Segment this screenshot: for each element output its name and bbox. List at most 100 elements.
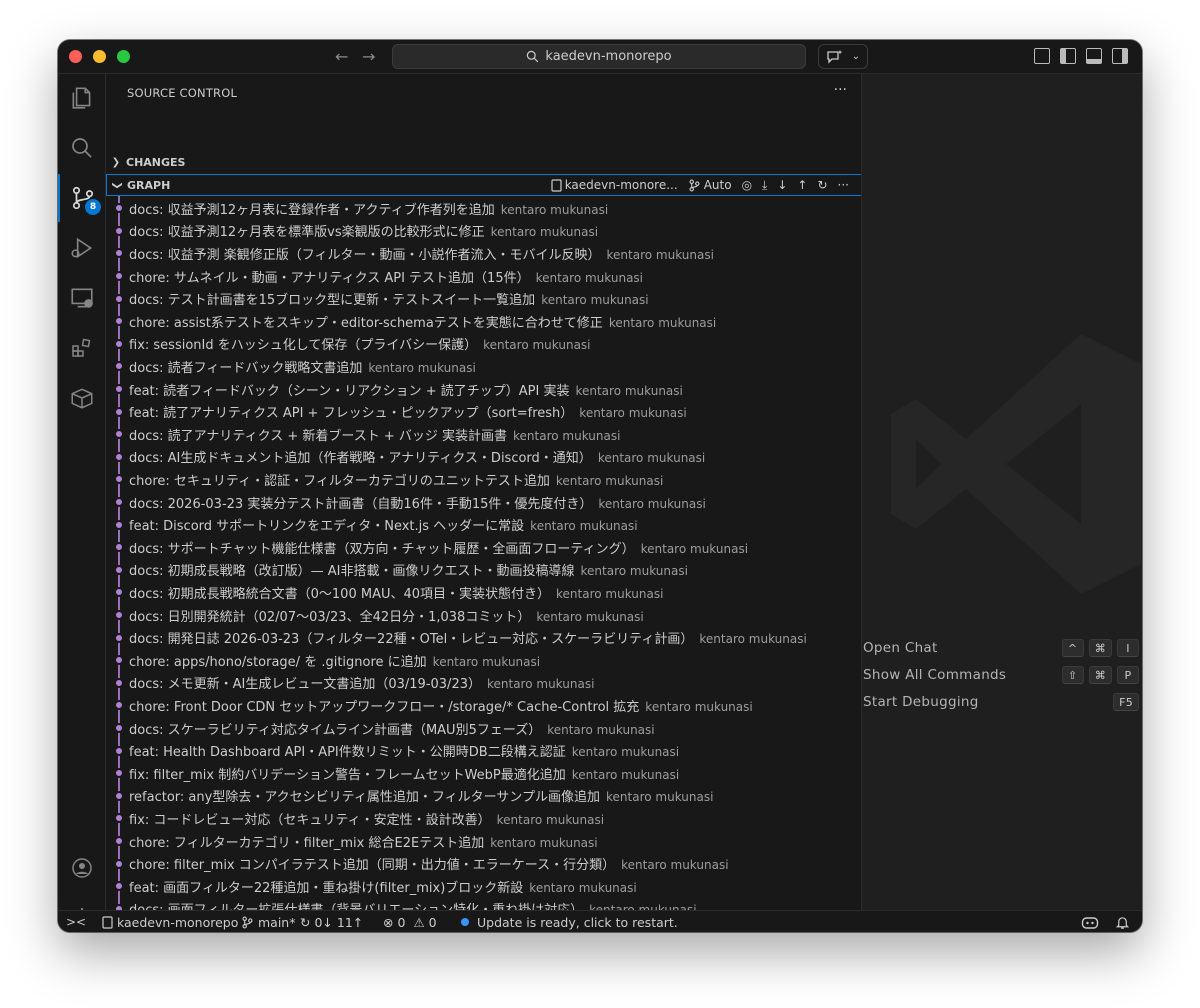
pull-icon[interactable]: ↓: [777, 178, 787, 192]
commit-row[interactable]: docs: 開発日誌 2026-03-23（フィルター22種・OTel・レビュー…: [106, 626, 861, 649]
git-branch-icon: [242, 916, 253, 928]
toggle-secondary-sidebar-icon[interactable]: [1112, 48, 1128, 64]
chat-toggle-button[interactable]: ⌄: [818, 44, 868, 69]
status-branch[interactable]: main*: [241, 913, 295, 931]
explorer-icon[interactable]: [58, 74, 106, 122]
commit-text: fix: コードレビュー対応（セキュリティ・安定性・設計改善） kentaro m…: [129, 809, 604, 828]
commit-row[interactable]: fix: コードレビュー対応（セキュリティ・安定性・設計改善） kentaro m…: [106, 807, 861, 830]
status-sync[interactable]: ↻ 0↓ 11↑: [300, 913, 363, 931]
commit-text: docs: AI生成ドキュメント追加（作者戦略・アナリティクス・Discord・…: [129, 447, 705, 466]
commit-node-icon: [114, 248, 124, 259]
commit-row[interactable]: chore: assist系テストをスキップ・editor-schemaテストを…: [106, 310, 861, 333]
commit-row[interactable]: chore: filter_mix コンパイラテスト追加（同期・出力値・エラーケ…: [106, 852, 861, 875]
copilot-icon[interactable]: [1081, 913, 1099, 931]
commit-row[interactable]: chore: セキュリティ・認証・フィルターカテゴリのユニットテスト追加 kent…: [106, 468, 861, 491]
source-control-icon[interactable]: 8: [58, 174, 106, 222]
minimize-window-button[interactable]: [93, 50, 106, 63]
commit-row[interactable]: chore: apps/hono/storage/ を .gitignore に…: [106, 649, 861, 672]
commit-text: chore: フィルターカテゴリ・filter_mix 総合E2Eテスト追加 ke…: [129, 832, 598, 851]
commit-node-icon: [114, 429, 124, 440]
commit-row[interactable]: feat: 読者フィードバック（シーン・リアクション + 読了チップ）API 実…: [106, 378, 861, 401]
commit-row[interactable]: docs: AI生成ドキュメント追加（作者戦略・アナリティクス・Discord・…: [106, 446, 861, 469]
commit-message: chore: apps/hono/storage/ を .gitignore に…: [129, 654, 427, 670]
arrow-right-icon[interactable]: →: [362, 47, 375, 66]
commit-node-icon: [114, 451, 124, 462]
more-actions-icon[interactable]: ···: [834, 82, 847, 98]
customize-layout-icon[interactable]: [1034, 48, 1050, 64]
chevron-down-icon[interactable]: ⌄: [852, 51, 860, 62]
account-icon[interactable]: [58, 844, 106, 892]
commit-row[interactable]: docs: 収益予測 楽観修正版（フィルター・動画・小説作者流入・モバイル反映）…: [106, 242, 861, 265]
shortcut-open-chat[interactable]: Open Chat ^ ⌘ I: [863, 639, 1141, 657]
commit-row[interactable]: docs: 2026-03-23 実装分テスト計画書（自動16件・手動15件・優…: [106, 491, 861, 514]
commit-row[interactable]: docs: 読者フィードバック戦略文書追加 kentaro mukunasi: [106, 355, 861, 378]
commit-message: docs: 収益予測12ヶ月表に登録作者・アクティブ作者列を追加: [129, 202, 495, 218]
commit-message: docs: テスト計画書を15ブロック型に更新・テストスイート一覧追加: [129, 293, 536, 309]
bell-icon[interactable]: [1115, 913, 1130, 931]
activity-bar: 8 1: [58, 74, 106, 932]
update-text: Update is ready, click to restart.: [477, 914, 678, 930]
vscode-window: ← → kaedevn-monorepo ⌄ 8 SOURCE CONTROL …: [58, 40, 1142, 932]
commit-row[interactable]: docs: 読了アナリティクス + 新着ブースト + バッジ 実装計画書 kent…: [106, 423, 861, 446]
commit-row[interactable]: fix: sessionId をハッシュ化して保存（プライバシー保護） kenta…: [106, 333, 861, 356]
status-branch-label: main*: [258, 914, 296, 930]
commit-row[interactable]: docs: 初期成長戦略統合文書（0〜100 MAU、40項目・実装状態付き） k…: [106, 581, 861, 604]
commit-row[interactable]: docs: 収益予測12ヶ月表に登録作者・アクティブ作者列を追加 kentaro …: [106, 197, 861, 220]
commit-author: kentaro mukunasi: [579, 406, 687, 421]
more-actions-icon[interactable]: ···: [838, 178, 849, 192]
toggle-panel-icon[interactable]: [1086, 48, 1102, 64]
status-problems[interactable]: ⊗ 0 ⚠ 0: [383, 913, 437, 931]
remote-explorer-icon[interactable]: [58, 274, 106, 322]
update-notification[interactable]: Update is ready, click to restart.: [461, 913, 678, 931]
commit-row[interactable]: chore: サムネイル・動画・アナリティクス API テスト追加（15件） ke…: [106, 265, 861, 288]
arrow-left-icon[interactable]: ←: [335, 47, 348, 66]
zoom-window-button[interactable]: [117, 50, 130, 63]
remote-indicator[interactable]: ><: [58, 913, 94, 931]
commit-message: chore: Front Door CDN セットアップワークフロー・/stor…: [129, 699, 640, 715]
commit-message: refactor: any型除去・アクセシビリティ属性追加・フィルターサンプル画…: [129, 790, 600, 806]
search-icon[interactable]: [58, 124, 106, 172]
commit-row[interactable]: chore: フィルターカテゴリ・filter_mix 総合E2Eテスト追加 ke…: [106, 830, 861, 853]
repository-picker[interactable]: kaedevn-monore...: [551, 178, 678, 192]
commit-row[interactable]: fix: filter_mix 制約バリデーション警告・フレームセットWebP最…: [106, 762, 861, 785]
commit-message: feat: Discord サポートリンクをエディタ・Next.js ヘッダーに…: [129, 519, 525, 535]
commit-row[interactable]: docs: 画面フィルター拡張仕様書（背景バリエーション特化・重ね掛け対応） ke…: [106, 898, 861, 910]
commit-row[interactable]: docs: 日別開発統計（02/07〜03/23、全42日分・1,038コミット…: [106, 604, 861, 627]
shortcut-start-debugging[interactable]: Start Debugging F5: [863, 693, 1141, 711]
commit-row[interactable]: docs: 収益予測12ヶ月表を標準版vs楽観版の比較形式に修正 kentaro …: [106, 220, 861, 243]
push-icon[interactable]: ↑: [797, 178, 807, 192]
commit-row[interactable]: feat: 読了アナリティクス API + フレッシュ・ピックアップ（sort=…: [106, 400, 861, 423]
extensions-icon[interactable]: [58, 324, 106, 372]
commit-row[interactable]: feat: 画面フィルター22種追加・重ね掛け(filter_mix)ブロック新…: [106, 875, 861, 898]
graph-label: GRAPH: [127, 178, 171, 192]
command-center-search[interactable]: kaedevn-monorepo: [392, 44, 806, 69]
fetch-icon[interactable]: ⤓: [762, 178, 767, 193]
editor-area: Open Chat ^ ⌘ I Show All Commands ⇧ ⌘ P …: [862, 74, 1142, 910]
changes-section-header[interactable]: ❯ CHANGES: [106, 151, 861, 173]
commit-row[interactable]: docs: スケーラビリティ対応タイムライン計画書（MAU別5フェーズ） kent…: [106, 717, 861, 740]
commit-row[interactable]: feat: Discord サポートリンクをエディタ・Next.js ヘッダーに…: [106, 513, 861, 536]
commit-message: docs: AI生成ドキュメント追加（作者戦略・アナリティクス・Discord・…: [129, 451, 592, 467]
branch-picker[interactable]: Auto: [688, 178, 732, 192]
commit-row[interactable]: refactor: any型除去・アクセシビリティ属性追加・フィルターサンプル画…: [106, 785, 861, 808]
auto-label: Auto: [703, 178, 732, 192]
commit-row[interactable]: chore: Front Door CDN セットアップワークフロー・/stor…: [106, 694, 861, 717]
commit-text: docs: 日別開発統計（02/07〜03/23、全42日分・1,038コミット…: [129, 606, 644, 625]
refresh-icon[interactable]: ↻: [817, 178, 827, 192]
shortcut-label: Start Debugging: [863, 694, 979, 710]
commit-row[interactable]: docs: 初期成長戦略（改訂版）— AI非搭載・画像リクエスト・動画投稿導線 k…: [106, 559, 861, 582]
graph-section-header[interactable]: ❯ GRAPH kaedevn-monore... Auto ◎ ⤓ ↓ ↑ ↻…: [106, 174, 861, 196]
toggle-primary-sidebar-icon[interactable]: [1060, 48, 1076, 64]
status-repo[interactable]: kaedevn-monorepo: [102, 913, 238, 931]
containers-icon[interactable]: [58, 374, 106, 422]
target-icon[interactable]: ◎: [742, 178, 752, 192]
commit-row[interactable]: feat: Health Dashboard API・API件数リミット・公開時…: [106, 739, 861, 762]
commit-row[interactable]: docs: テスト計画書を15ブロック型に更新・テストスイート一覧追加 kenta…: [106, 287, 861, 310]
commit-author: kentaro mukunasi: [490, 835, 598, 850]
commit-row[interactable]: docs: メモ更新・AI生成レビュー文書追加（03/19-03/23） kent…: [106, 672, 861, 695]
run-debug-icon[interactable]: [58, 224, 106, 272]
shortcut-show-all-commands[interactable]: Show All Commands ⇧ ⌘ P: [863, 666, 1141, 684]
close-window-button[interactable]: [69, 50, 82, 63]
commit-row[interactable]: docs: サポートチャット機能仕様書（双方向・チャット履歴・全画面フローティン…: [106, 536, 861, 559]
error-icon: ⊗: [383, 914, 394, 930]
